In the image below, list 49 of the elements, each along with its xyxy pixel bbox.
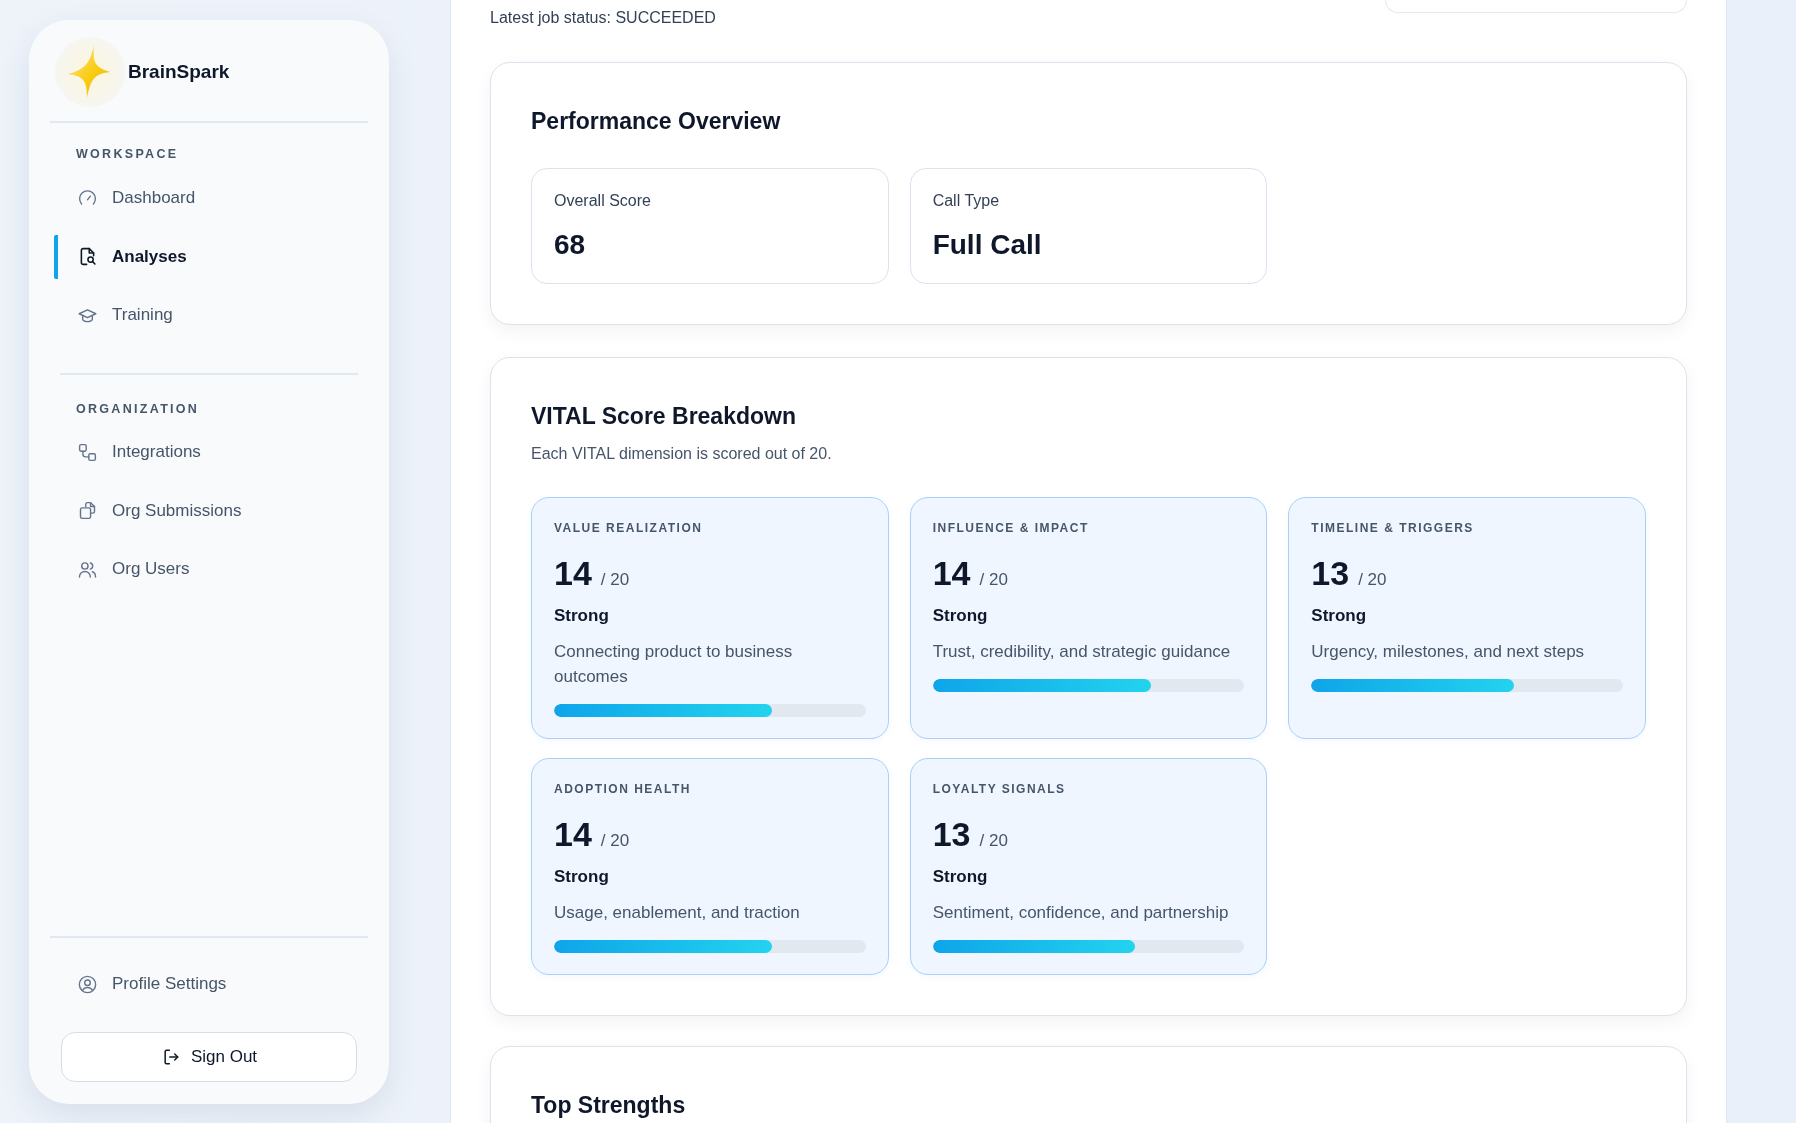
- dimension-label: LOYALTY SIGNALS: [932, 781, 1067, 798]
- score-value: 13: [1311, 553, 1350, 593]
- dimension-label: ADOPTION HEALTH: [554, 781, 692, 798]
- score-max: / 20: [600, 570, 630, 590]
- score-max: / 20: [979, 570, 1008, 590]
- dimension-description: Urgency, milestones, and next steps: [1311, 641, 1586, 663]
- dimension-label: INFLUENCE & IMPACT: [932, 520, 1090, 537]
- score-max: / 20: [600, 831, 630, 851]
- panel-title: Performance Overview: [531, 107, 782, 136]
- score-value: 14: [554, 814, 592, 854]
- dimension-description: Trust, credibility, and strategic guidance: [932, 641, 1232, 663]
- dimension-label: TIMELINE & TRIGGERS: [1311, 520, 1475, 537]
- dimension-description: Connecting product to business outcomes: [554, 641, 794, 688]
- dimension-label: VALUE REALIZATION: [554, 520, 704, 537]
- rating-text: Strong: [932, 866, 989, 888]
- copy-icon: [77, 500, 98, 521]
- score-value: 14: [932, 553, 971, 593]
- user-circle-icon: [77, 973, 98, 995]
- profile-settings-link[interactable]: Profile Settings: [54, 962, 368, 1006]
- score-value: 14: [554, 553, 592, 593]
- score-max: / 20: [979, 831, 1008, 851]
- panel-title: VITAL Score Breakdown: [531, 402, 797, 431]
- connected-squares-icon: [77, 441, 98, 463]
- sparkle-icon: [54, 36, 126, 108]
- stat-value: Full Call: [932, 228, 1043, 262]
- nav-item[interactable]: Org Submissions: [54, 488, 368, 533]
- rating-text: Strong: [1311, 605, 1368, 627]
- panel-title: Top Strengths: [531, 1092, 687, 1118]
- stat-value: 68: [554, 228, 587, 262]
- score-max: / 20: [1358, 570, 1387, 590]
- stat-label: Call Type: [932, 191, 1001, 211]
- section-heading: WORKSPACE: [76, 146, 180, 163]
- nav-item[interactable]: Org Users: [54, 547, 368, 591]
- nav-item[interactable]: Dashboard: [54, 176, 368, 220]
- panel-subtitle: Each VITAL dimension is scored out of 20.: [531, 444, 833, 464]
- rating-text: Strong: [932, 605, 989, 627]
- nav-item[interactable]: Training: [54, 293, 368, 337]
- brand-name: BrainSpark: [128, 60, 230, 84]
- nav-item[interactable]: Analyses: [54, 234, 368, 279]
- section-heading: ORGANIZATION: [76, 401, 201, 418]
- dimension-description: Usage, enablement, and traction: [554, 902, 801, 924]
- sign-out-button[interactable]: Sign Out: [61, 1032, 357, 1082]
- stat-label: Overall Score: [554, 191, 652, 211]
- nav-item[interactable]: Integrations: [54, 430, 368, 474]
- job-status-text: Latest job status: SUCCEEDED: [490, 8, 716, 28]
- score-value: 13: [932, 814, 971, 854]
- rating-text: Strong: [554, 866, 610, 888]
- rating-text: Strong: [554, 605, 610, 627]
- dimension-description: Sentiment, confidence, and partnership: [932, 902, 1230, 924]
